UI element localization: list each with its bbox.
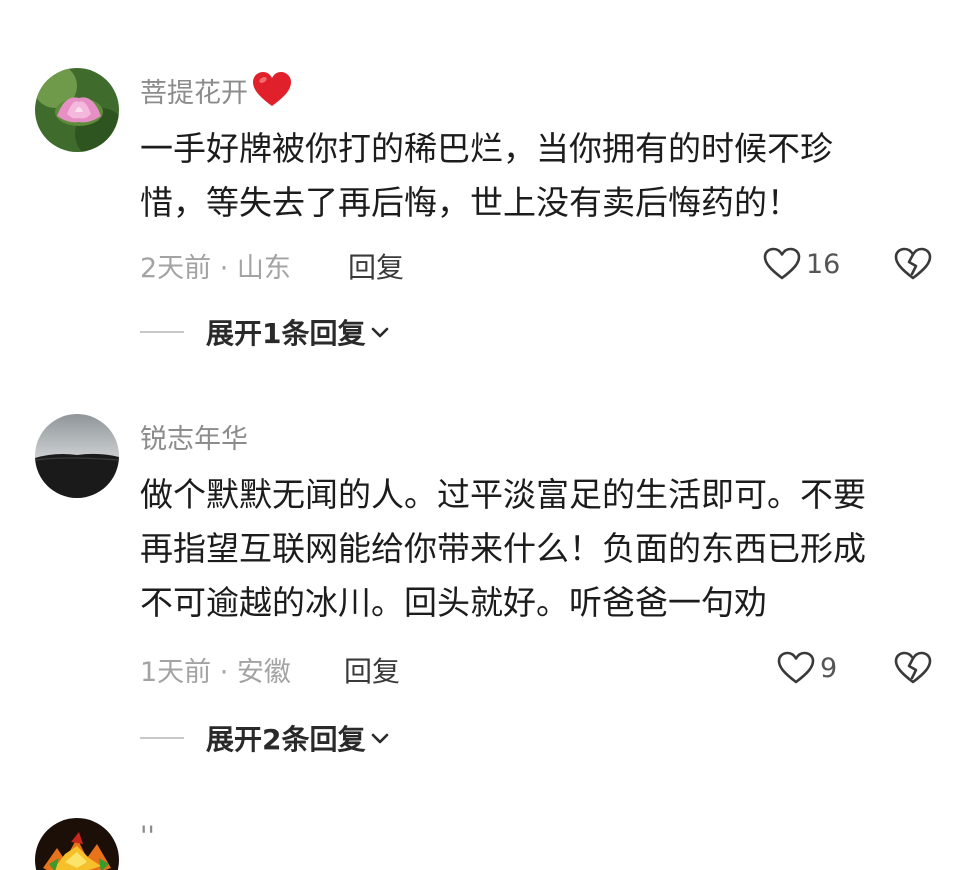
like-button[interactable]: 9: [776, 650, 837, 686]
expand-replies-label: 展开2条回复: [206, 723, 366, 756]
comment-line: 惜，等失去了再后悔，世上没有卖后悔药的！: [140, 183, 800, 222]
username[interactable]: 菩提花开: [140, 71, 248, 110]
comment-text: 一手好牌被你打的稀巴烂，当你拥有的时候不珍 惜，等失去了再后悔，世上没有卖后悔药…: [140, 122, 930, 230]
chevron-down-icon: [372, 327, 389, 338]
comment-meta: 1天前 · 安徽: [140, 657, 291, 688]
avatar[interactable]: [35, 68, 119, 152]
comment-text: 做个默默无闻的人。过平淡富足的生活即可。不要 再指望互联网能给你带来什么！负面的…: [140, 468, 930, 630]
reply-button[interactable]: 回复: [348, 246, 404, 286]
comment-item: 菩提花开 一手好牌被你打的稀巴烂，当你拥有的时候不珍 惜，等失去了再后悔，世上没…: [0, 0, 960, 380]
avatar[interactable]: [35, 414, 119, 498]
comment-item: 锐志年华 做个默默无闻的人。过平淡富足的生活即可。不要 再指望互联网能给你带来什…: [0, 380, 960, 800]
comment-item: '': [0, 800, 960, 870]
chevron-down-icon: [372, 733, 389, 744]
dislike-button[interactable]: [893, 650, 933, 686]
red-heart-icon: [252, 72, 292, 108]
divider: [140, 737, 184, 739]
username[interactable]: '': [140, 821, 155, 852]
comment-line: 再指望互联网能给你带来什么！负面的东西已形成: [140, 529, 866, 568]
like-count: 9: [820, 652, 838, 684]
comment-line: 不可逾越的冰川。回头就好。听爸爸一句劝: [140, 583, 767, 622]
expand-replies-label: 展开1条回复: [206, 317, 366, 350]
comment-line: 做个默默无闻的人。过平淡富足的生活即可。不要: [140, 475, 866, 514]
heart-outline-icon: [763, 247, 801, 280]
comment-meta: 2天前 · 山东: [140, 253, 291, 284]
broken-heart-icon: [894, 651, 932, 684]
expand-replies-button[interactable]: 展开2条回复: [140, 720, 391, 756]
like-button[interactable]: 16: [762, 246, 840, 282]
dislike-button[interactable]: [893, 246, 933, 282]
broken-heart-icon: [894, 247, 932, 280]
username[interactable]: 锐志年华: [140, 417, 248, 456]
heart-outline-icon: [777, 651, 815, 684]
divider: [140, 331, 184, 333]
like-count: 16: [806, 248, 841, 280]
avatar[interactable]: [35, 818, 119, 870]
reply-button[interactable]: 回复: [344, 650, 400, 690]
expand-replies-button[interactable]: 展开1条回复: [140, 314, 391, 350]
comment-line: 一手好牌被你打的稀巴烂，当你拥有的时候不珍: [140, 129, 833, 168]
